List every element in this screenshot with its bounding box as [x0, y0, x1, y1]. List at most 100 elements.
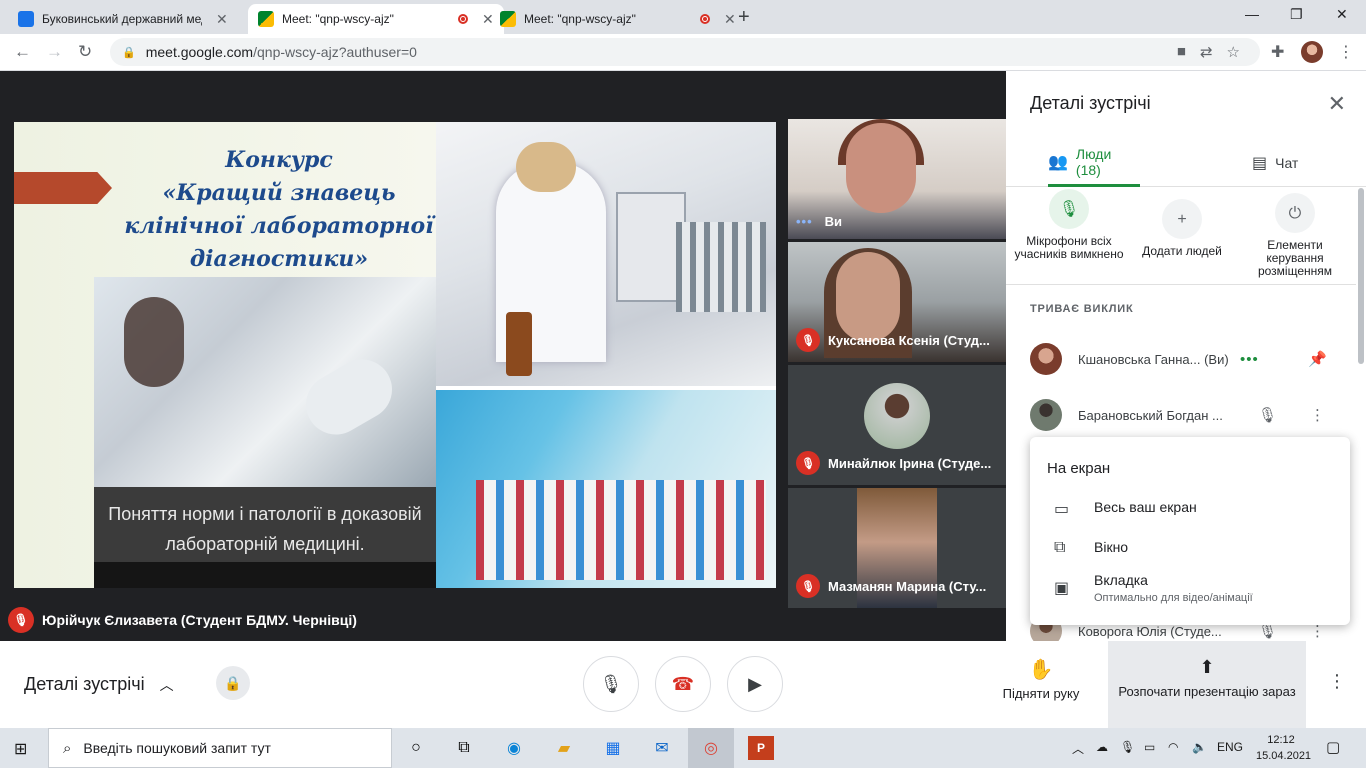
mic-off-icon: 🎙 — [796, 574, 820, 598]
forward-arrow-icon[interactable]: → — [46, 42, 63, 62]
hang-up-icon: ☎ — [671, 673, 695, 694]
powerpoint-icon[interactable]: P — [748, 736, 774, 760]
leave-call-button[interactable]: ☎ — [655, 656, 711, 712]
toggle-icon: ⏻ — [1275, 193, 1315, 233]
present-entire-screen[interactable]: ▭ Весь ваш екран — [1054, 499, 1344, 519]
back-arrow-icon[interactable]: ← — [14, 42, 31, 62]
host-controls-shield-icon[interactable]: 🔒 — [216, 666, 250, 700]
task-view-icon[interactable]: ⧉ — [451, 736, 477, 760]
bookmark-star-icon[interactable]: ☆ — [1227, 43, 1240, 61]
lab-photo-microscope — [436, 122, 776, 386]
mail-icon[interactable]: ✉ — [649, 736, 675, 760]
close-panel-icon[interactable]: ✕ — [1328, 91, 1346, 117]
meeting-stage: Конкурс «Кращий знавець клінічної лабора… — [0, 71, 1006, 641]
meeting-details-button[interactable]: Деталі зустрічі ︿ — [24, 674, 174, 695]
present-menu-title: На екран — [1047, 460, 1111, 477]
close-tab-icon[interactable]: ✕ — [724, 11, 736, 28]
camera-button[interactable]: ▶ — [727, 656, 783, 712]
photo-head — [516, 142, 576, 192]
panel-tabs: 👥 Люди (18) ▤ Чат — [1006, 139, 1366, 187]
wifi-icon[interactable]: ◠ — [1168, 740, 1178, 754]
extensions-puzzle-icon[interactable]: ✚ — [1271, 42, 1284, 62]
raise-hand-button[interactable]: ✋ Підняти руку — [994, 657, 1088, 701]
slide-title: Конкурс «Кращий знавець клінічної лабора… — [114, 144, 444, 276]
windows-start-icon[interactable]: ⊞ — [14, 739, 27, 759]
minimize-icon[interactable]: — — [1245, 6, 1259, 22]
participant-name: Коворога Юлія (Студе... — [1078, 623, 1222, 639]
translate-icon[interactable]: ⇄ — [1200, 43, 1213, 61]
mic-off-icon: 🎙 — [1049, 189, 1089, 229]
volume-icon[interactable]: 🔈 — [1192, 740, 1207, 754]
tab-icon: ▣ — [1054, 580, 1070, 597]
lock-icon: 🔒 — [122, 46, 136, 59]
more-options-icon[interactable]: ⋮ — [1310, 406, 1325, 424]
edge-icon[interactable]: ◉ — [501, 736, 527, 760]
file-explorer-icon[interactable]: ▰ — [551, 736, 577, 760]
raise-hand-label: Підняти руку — [1002, 686, 1080, 701]
browser-tab-meet[interactable]: Meet: "qnp-wscy-ajz" ✕ — [490, 4, 746, 34]
close-tab-icon[interactable]: ✕ — [216, 11, 228, 28]
slide-arrow-shape — [14, 172, 112, 204]
participant-tile[interactable]: 🎙 Минайлюк Ірина (Студе... — [788, 365, 1006, 485]
panel-title: Деталі зустрічі — [1030, 93, 1151, 113]
browser-menu-icon[interactable]: ⋮ — [1338, 42, 1354, 62]
mic-tray-icon[interactable]: 🎙 — [1120, 740, 1135, 754]
more-options-icon[interactable]: ⋮ — [1328, 671, 1346, 692]
participant-tile[interactable]: 🎙 Куксанова Ксенія (Студ... — [788, 242, 1006, 362]
host-controls-button[interactable]: ⏻ Елементи керування розміщенням — [1240, 193, 1350, 278]
camera-indicator-icon[interactable]: ■ — [1177, 43, 1186, 61]
notifications-icon[interactable]: ▢ — [1326, 738, 1340, 756]
participant-name: Кшановська Ганна... (Ви) — [1078, 351, 1229, 367]
present-menu: На екран ▭ Весь ваш екран ⧉ Вікно ▣ Вкла… — [1030, 437, 1350, 625]
url-bar[interactable]: 🔒 meet.google.com /qnp-wscy-ajz?authuser… — [110, 38, 1260, 66]
store-icon[interactable]: ▦ — [600, 736, 626, 760]
browser-tab-university[interactable]: Буковинський державний меді ✕ — [8, 4, 238, 34]
add-people-button[interactable]: + Додати людей — [1127, 199, 1237, 258]
participant-tile-self[interactable]: ••• Ви — [788, 119, 1006, 239]
language-indicator[interactable]: ENG — [1217, 740, 1243, 754]
present-tab[interactable]: ▣ Вкладка Оптимально для відео/анімації — [1054, 572, 1344, 604]
participant-name: Барановський Богдан ... — [1078, 407, 1223, 423]
microphone-button[interactable]: 🎙 — [583, 656, 639, 712]
tab-chat-label: Чат — [1275, 155, 1299, 171]
tab-title: Буковинський державний меді — [42, 12, 202, 26]
chrome-icon[interactable]: ◎ — [698, 736, 724, 760]
slide-title-line: «Кращий знавець — [162, 180, 396, 206]
panel-scrollbar[interactable] — [1358, 188, 1364, 364]
tab-title: Meet: "qnp-wscy-ajz" — [524, 12, 636, 26]
present-window[interactable]: ⧉ Вікно — [1054, 539, 1344, 557]
tab-people[interactable]: 👥 Люди (18) — [1048, 139, 1140, 187]
present-now-button[interactable]: ⬆ Розпочати презентацію зараз — [1108, 641, 1306, 728]
taskbar-search[interactable]: ⌕ Введіть пошуковий запит тут — [48, 728, 392, 768]
action-label: Додати людей — [1142, 244, 1222, 258]
tab-chat[interactable]: ▤ Чат — [1252, 139, 1298, 187]
photo-pipettes — [676, 222, 766, 312]
mute-all-button[interactable]: 🎙 Мікрофони всіх учасників вимкнено — [1014, 189, 1124, 261]
maximize-icon[interactable]: ❐ — [1290, 6, 1303, 23]
menu-item-sublabel: Оптимально для відео/анімації — [1094, 592, 1253, 604]
address-toolbar: ← → ↻ 🔒 meet.google.com /qnp-wscy-ajz?au… — [0, 34, 1366, 71]
tile-label: 🎙 Минайлюк Ірина (Студе... — [796, 451, 991, 475]
profile-avatar[interactable] — [1301, 41, 1323, 63]
participant-row[interactable]: Кшановська Ганна... (Ви) ••• 📌 — [1030, 339, 1350, 379]
host-actions: 🎙 Мікрофони всіх учасників вимкнено + До… — [1006, 189, 1356, 285]
onedrive-icon[interactable]: ☁ — [1096, 740, 1108, 754]
tray-expand-icon[interactable]: ︿ — [1072, 740, 1084, 757]
browser-tab-meet-active[interactable]: Meet: "qnp-wscy-ajz" ✕ — [248, 4, 504, 34]
new-tab-plus-icon[interactable]: + — [738, 6, 750, 29]
reload-icon[interactable]: ↻ — [78, 42, 92, 62]
recording-indicator-icon — [458, 14, 468, 24]
tab-people-label: Люди (18) — [1075, 145, 1112, 178]
pin-icon[interactable]: 📌 — [1308, 350, 1327, 368]
taskbar-clock[interactable]: 12:12 15.04.2021 — [1256, 732, 1311, 764]
participant-tile[interactable]: 🎙 Мазманян Марина (Сту... — [788, 488, 1006, 608]
cortana-icon[interactable]: ○ — [403, 736, 429, 760]
presenter-label: 🎙 Юрійчук Єлизавета (Студент БДМУ. Черні… — [8, 607, 357, 633]
present-now-label: Розпочати презентацію зараз — [1118, 684, 1296, 699]
tile-name: Ви — [824, 214, 843, 229]
presentation-slide: Конкурс «Кращий знавець клінічної лабора… — [14, 122, 776, 588]
close-window-icon[interactable]: ✕ — [1336, 6, 1348, 23]
search-placeholder: Введіть пошуковий запит тут — [83, 740, 271, 756]
participant-row[interactable]: Барановський Богдан ... 🎙 ⋮ — [1030, 395, 1350, 435]
battery-icon[interactable]: ▭ — [1144, 740, 1155, 754]
